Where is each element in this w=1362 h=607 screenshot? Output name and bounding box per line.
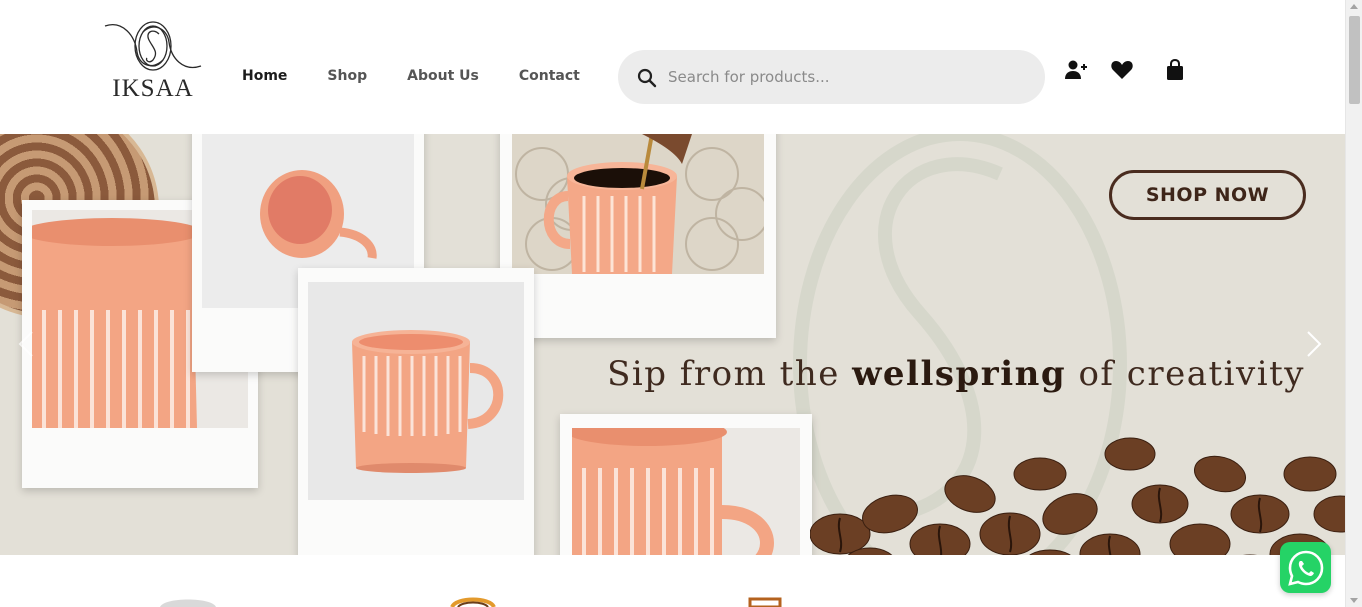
shop-now-button[interactable]: SHOP NOW: [1109, 170, 1306, 220]
brand-logo[interactable]: IKSAA: [103, 18, 203, 104]
feature-circle-icon: [160, 599, 216, 607]
coffee-stirring-image: [512, 134, 764, 274]
mug-bottom-image: [572, 428, 800, 555]
chevron-left-icon[interactable]: [18, 330, 34, 358]
search-input[interactable]: [668, 64, 1028, 90]
brand-name: IKSAA: [112, 75, 194, 102]
nav-shop[interactable]: Shop: [327, 68, 367, 84]
nav-home[interactable]: Home: [242, 68, 287, 84]
tagline-part-1: Sip from the: [607, 354, 853, 394]
shopping-bag-icon[interactable]: [1163, 58, 1187, 82]
chevron-right-icon[interactable]: [1306, 330, 1322, 358]
tagline-part-2: of creativity: [1066, 354, 1305, 394]
main-nav: Home Shop About Us Contact: [242, 68, 580, 84]
tagline-bold: wellspring: [852, 354, 1067, 394]
photo-frame-mug-bottom: [560, 414, 812, 555]
feature-cup-icon: [748, 597, 782, 607]
search-icon[interactable]: [637, 68, 657, 88]
site-header: IKSAA Home Shop About Us Contact: [0, 0, 1345, 134]
feature-badge-icon: [450, 597, 496, 607]
hero-banner: SHOP NOW Sip from the wellspring of crea…: [0, 134, 1345, 555]
nav-about-us[interactable]: About Us: [407, 68, 479, 84]
coffee-beans-image: [810, 437, 1345, 555]
search-bar: [618, 50, 1045, 104]
heart-icon[interactable]: [1110, 58, 1134, 82]
whatsapp-icon: [1287, 550, 1323, 586]
add-user-icon[interactable]: [1064, 58, 1088, 82]
features-strip: [0, 555, 1345, 607]
logo-swirl-icon: [104, 21, 202, 71]
photo-frame-coffee-stirring: [500, 134, 776, 338]
photo-frame-mug-full: [298, 268, 534, 555]
nav-contact[interactable]: Contact: [519, 68, 580, 84]
scroll-down-icon[interactable]: [1350, 598, 1358, 603]
whatsapp-chat-button[interactable]: [1280, 542, 1331, 593]
mug-full-image: [308, 282, 524, 500]
scrollbar-thumb[interactable]: [1349, 16, 1360, 104]
hero-tagline: Sip from the wellspring of creativity: [607, 354, 1305, 394]
scroll-up-icon[interactable]: [1350, 4, 1358, 9]
page-scrollbar[interactable]: [1345, 0, 1362, 607]
